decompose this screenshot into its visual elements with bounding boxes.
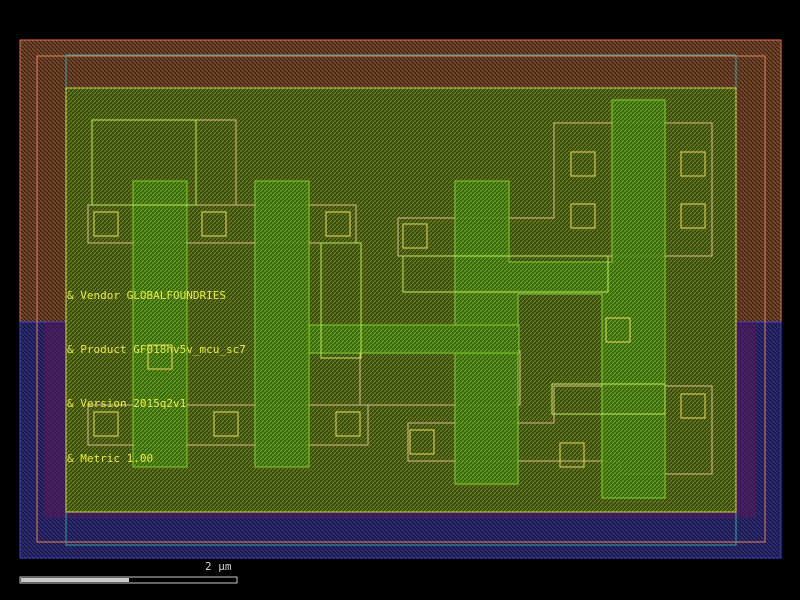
scale-bar: 2 µm [19,560,238,584]
vendor-label: & Vendor GLOBALFOUNDRIES [67,289,226,302]
product-label: & Product GF018hv5v_mcu_sc7 [67,343,246,356]
scale-bar-label: 2 µm [205,560,232,573]
metric-label: & Metric 1.00 [67,452,153,465]
layout-canvas[interactable]: & Vendor GLOBALFOUNDRIES & Product GF018… [0,0,800,600]
version-label: & Version 2015q2v1 [67,397,186,410]
